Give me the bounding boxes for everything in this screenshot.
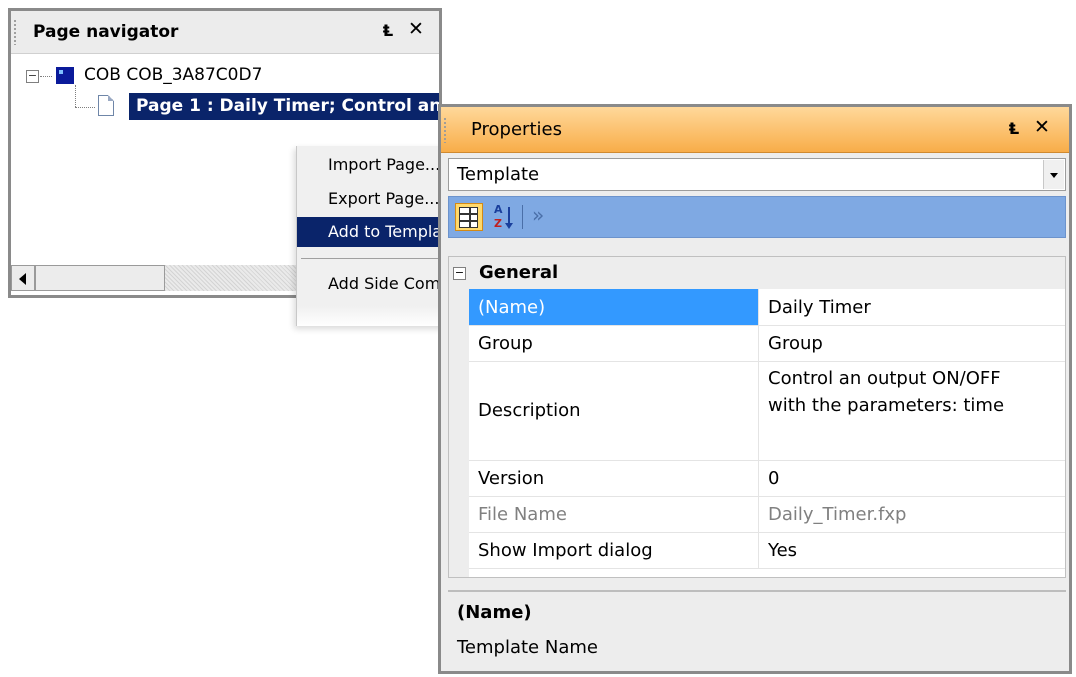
tree-connector <box>75 85 76 107</box>
close-icon[interactable]: ✕ <box>408 18 424 40</box>
property-row-description[interactable]: Description Control an output ON/OFF wit… <box>469 361 1065 461</box>
property-grid-gutter <box>449 257 469 577</box>
property-value: Daily_Timer.fxp <box>768 503 907 525</box>
category-collapse-icon[interactable]: − <box>453 267 466 280</box>
toolbar-overflow-icon[interactable]: » <box>532 203 544 227</box>
menu-item-import-page[interactable]: Import Page... <box>297 150 457 180</box>
property-row-show-import-dialog[interactable]: Show Import dialog Yes <box>469 532 1065 569</box>
horizontal-scrollbar[interactable] <box>11 265 319 291</box>
menu-item-add-to-template[interactable]: Add to Template Library... <box>297 217 457 247</box>
description-text: Template Name <box>457 637 598 658</box>
menu-item-add-side-comment[interactable]: Add Side Comment <box>297 269 457 299</box>
property-description-pane: (Name) Template Name <box>448 590 1066 670</box>
menu-fade <box>297 306 457 326</box>
property-grid: − General (Name) Daily Timer Group Group… <box>448 256 1066 578</box>
description-title: (Name) <box>457 602 532 623</box>
property-name: Group <box>469 325 759 361</box>
svg-text:A: A <box>494 203 503 216</box>
object-selector-dropdown[interactable]: Template <box>448 158 1066 191</box>
tree-collapse-icon[interactable]: − <box>26 70 39 83</box>
scroll-left-icon[interactable] <box>11 265 35 291</box>
chevron-down-icon[interactable] <box>1043 160 1064 189</box>
menu-item-export-page[interactable]: Export Page... <box>297 184 457 214</box>
cob-block-icon <box>56 67 74 84</box>
menu-separator <box>301 258 457 259</box>
context-menu: Import Page... Export Page... Add to Tem… <box>296 146 457 326</box>
toolbar-separator <box>522 205 523 229</box>
categorized-view-icon[interactable] <box>455 203 483 231</box>
properties-header[interactable]: Properties Ⱡ ✕ <box>441 107 1069 153</box>
pin-icon[interactable]: Ⱡ <box>1009 119 1019 138</box>
page-navigator-title: Page navigator <box>33 22 179 42</box>
page-navigator-header[interactable]: Page navigator Ⱡ ✕ <box>11 11 439 54</box>
property-row-file-name[interactable]: File Name Daily_Timer.fxp <box>469 496 1065 533</box>
category-general[interactable]: − General <box>449 257 1065 289</box>
property-value[interactable]: Yes <box>759 532 1065 568</box>
close-icon[interactable]: ✕ <box>1034 116 1050 138</box>
tree-item-cob[interactable]: COB COB_3A87C0D7 <box>84 65 262 85</box>
property-name: Show Import dialog <box>469 532 759 568</box>
property-value[interactable]: 0 <box>759 460 1065 496</box>
alphabetical-sort-icon[interactable]: A Z <box>493 202 515 232</box>
properties-title: Properties <box>471 119 562 140</box>
properties-panel: Properties Ⱡ ✕ Template A Z » − General … <box>438 104 1072 674</box>
tree-connector <box>40 76 52 77</box>
property-name: File Name <box>469 496 759 532</box>
tree-connector <box>75 107 95 108</box>
drag-grip-icon[interactable] <box>444 117 446 143</box>
property-row-group[interactable]: Group Group <box>469 325 1065 362</box>
property-name: Description <box>469 361 759 460</box>
property-row-name[interactable]: (Name) Daily Timer <box>469 289 1065 326</box>
property-name: (Name) <box>469 289 759 325</box>
properties-body: Properties Ⱡ ✕ Template A Z » − General … <box>441 107 1069 671</box>
scrollbar-thumb[interactable] <box>35 265 165 291</box>
svg-text:Z: Z <box>494 217 502 230</box>
property-value[interactable]: Group <box>759 325 1065 361</box>
property-row-version[interactable]: Version 0 <box>469 460 1065 497</box>
category-label: General <box>479 262 559 283</box>
object-selector-value: Template <box>457 164 540 185</box>
property-value[interactable]: Daily Timer <box>759 289 1065 325</box>
page-icon <box>98 95 114 116</box>
property-name: Version <box>469 460 759 496</box>
tree-item-page-1[interactable]: Page 1 : Daily Timer; Control an output … <box>129 93 439 120</box>
drag-grip-icon[interactable] <box>14 19 16 45</box>
property-value[interactable]: Control an output ON/OFF with the parame… <box>759 361 1065 460</box>
pin-icon[interactable]: Ⱡ <box>383 21 393 40</box>
properties-toolbar: A Z » <box>448 196 1066 238</box>
